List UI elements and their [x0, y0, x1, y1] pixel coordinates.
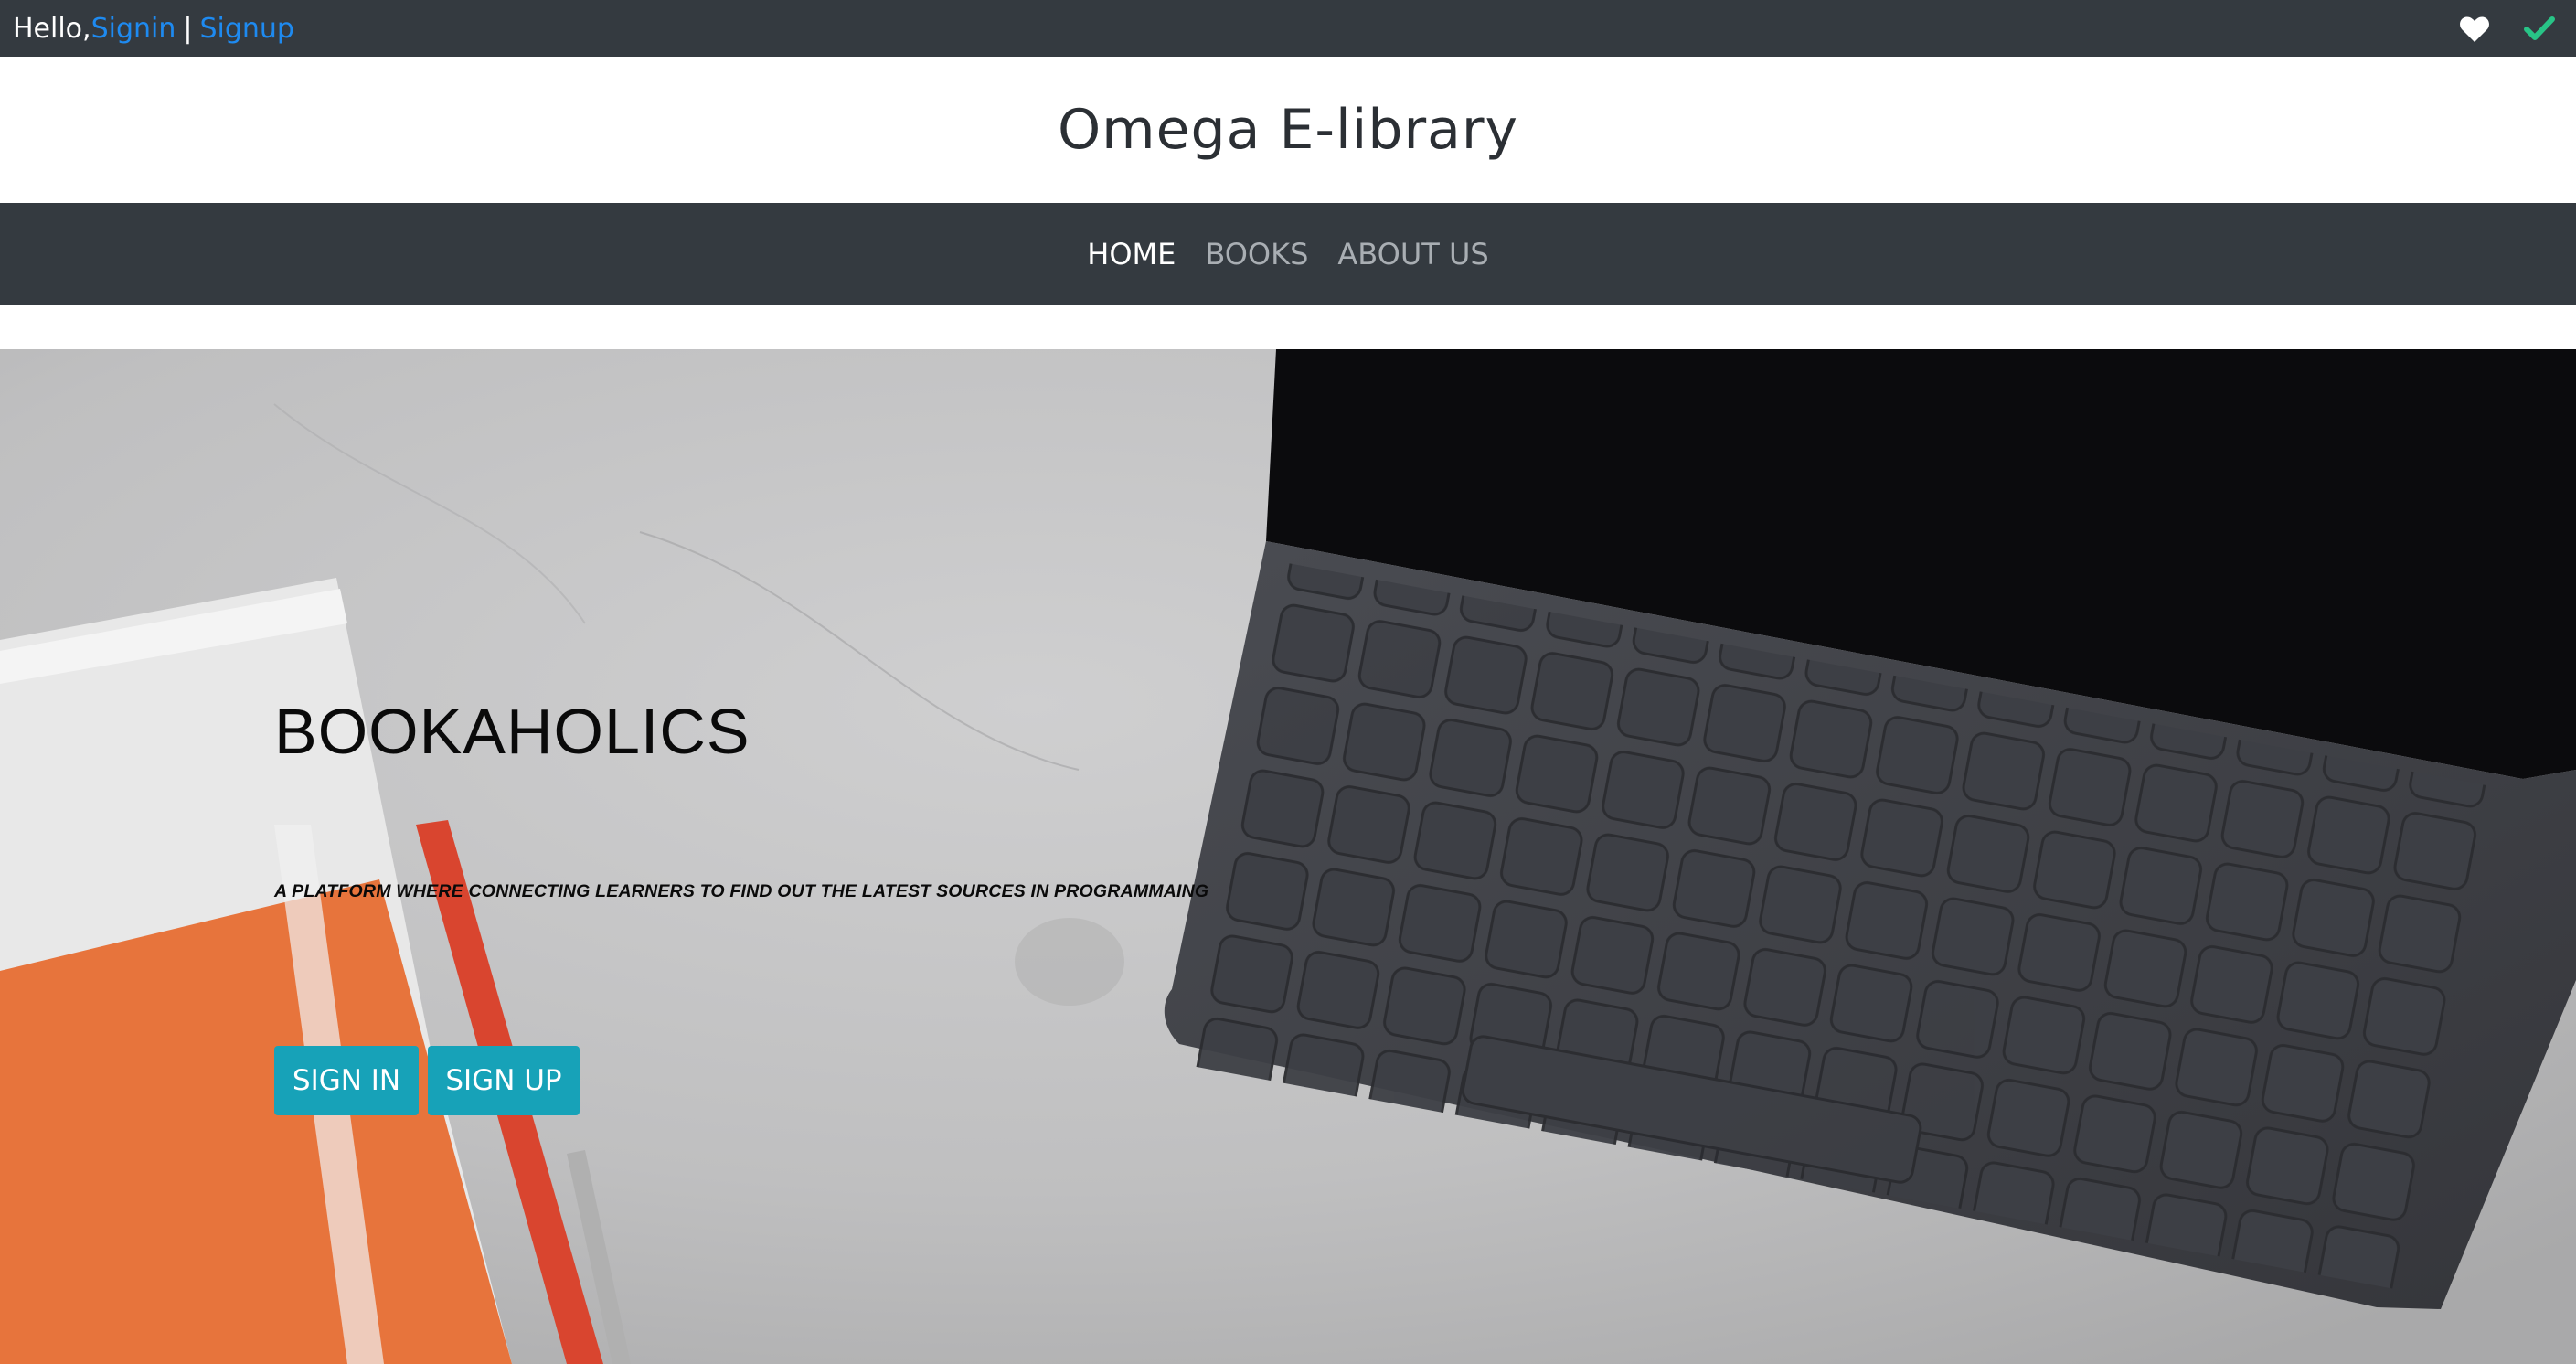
hero-section: BOOKAHOLICS A PLATFORM WHERE CONNECTING … [0, 349, 2576, 1364]
nav-item-home[interactable]: HOME [1087, 237, 1176, 272]
sign-in-button[interactable]: SIGN IN [274, 1046, 419, 1115]
link-separator: | [183, 12, 193, 45]
hero-tagline: A PLATFORM WHERE CONNECTING LEARNERS TO … [274, 881, 1209, 901]
hero-background-image [0, 349, 2576, 1364]
nav-item-books[interactable]: BOOKS [1205, 237, 1308, 272]
heart-icon[interactable] [2459, 15, 2490, 44]
signup-link[interactable]: Signup [199, 13, 294, 45]
nav-item-about-us[interactable]: ABOUT US [1337, 237, 1488, 272]
greeting-text: Hello, [13, 12, 91, 45]
sign-up-button[interactable]: SIGN UP [428, 1046, 580, 1115]
hero-title: BOOKAHOLICS [274, 696, 750, 767]
main-nav: HOME BOOKS ABOUT US [0, 203, 2576, 305]
top-utility-bar: Hello, Signin | Signup [0, 0, 2576, 57]
brand-header: Omega E-library [0, 57, 2576, 203]
site-title: Omega E-library [1057, 98, 1519, 162]
signin-link[interactable]: Signin [91, 13, 176, 45]
check-icon[interactable] [2524, 15, 2555, 42]
